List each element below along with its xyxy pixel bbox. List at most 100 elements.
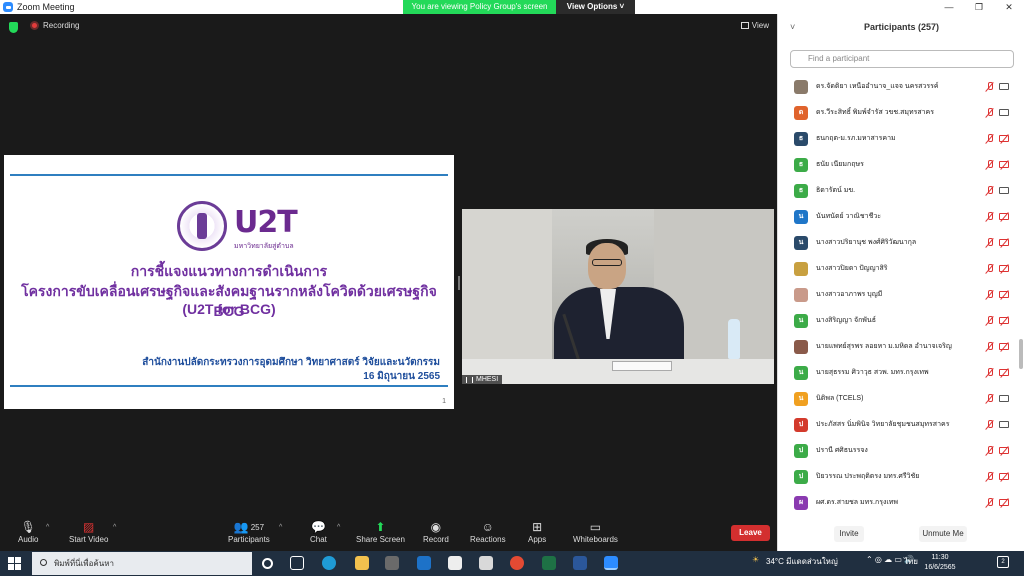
camera-icon[interactable]: [999, 109, 1009, 116]
mic-muted-icon[interactable]: [985, 290, 994, 300]
mic-muted-icon[interactable]: [985, 108, 994, 118]
apps-button[interactable]: ⊞ Apps: [528, 519, 546, 544]
mic-muted-icon[interactable]: [985, 498, 994, 508]
participant-row[interactable]: น นันทนัตย์ วาณิชาชีวะ: [778, 204, 1018, 230]
mic-muted-icon[interactable]: [985, 186, 994, 196]
participant-row[interactable]: ด ดร.วีระสิทธิ์ พิมพ์จำรัส วขช.สมุทรสาคร: [778, 100, 1018, 126]
cortana-icon[interactable]: [262, 558, 273, 569]
mic-muted-icon[interactable]: [985, 160, 994, 170]
camera-off-icon[interactable]: [999, 343, 1009, 350]
mail-icon[interactable]: [417, 556, 431, 570]
word-icon[interactable]: [573, 556, 587, 570]
mic-muted-icon[interactable]: [985, 212, 994, 222]
chrome-icon[interactable]: [510, 556, 524, 570]
participant-row[interactable]: ธ ธนกฤต-ม.รภ.มหาสารคาม: [778, 126, 1018, 152]
start-video-button[interactable]: ▨ Start Video: [69, 519, 108, 544]
camera-off-icon[interactable]: [999, 239, 1009, 246]
participant-row[interactable]: ป ปรานี ศศิธนรรจง: [778, 438, 1018, 464]
participant-row[interactable]: น นางสาวปริยานุช พงศ์ศิริวัฒนากุล: [778, 230, 1018, 256]
reactions-button[interactable]: ☺ Reactions: [470, 519, 506, 544]
participant-row[interactable]: ป ประภัสสร นิ่มพินิจ วิทยาลัยชุมชนสมุทรสา…: [778, 412, 1018, 438]
participant-row[interactable]: ธ ธนัย เนียมกฤษร: [778, 152, 1018, 178]
view-button[interactable]: View: [740, 21, 769, 30]
chat-options-caret[interactable]: ^: [337, 524, 340, 531]
participant-row[interactable]: ธ ธิดารัตน์ มข.: [778, 178, 1018, 204]
minimize-button[interactable]: —: [934, 0, 964, 14]
camera-off-icon[interactable]: [999, 213, 1009, 220]
camera-off-icon[interactable]: [999, 161, 1009, 168]
camera-icon[interactable]: [999, 421, 1009, 428]
maximize-button[interactable]: ❐: [964, 0, 994, 14]
participant-row[interactable]: ผ ผศ.ดร.สายชล มทร.กรุงเทพ: [778, 490, 1018, 516]
edge-icon[interactable]: [322, 556, 336, 570]
view-options-button[interactable]: View Options ˅: [556, 0, 635, 14]
camera-off-icon[interactable]: [999, 473, 1009, 480]
leave-button[interactable]: Leave: [731, 525, 770, 541]
participant-list-scrollbar[interactable]: [1019, 74, 1023, 524]
video-options-caret[interactable]: ^: [113, 524, 116, 531]
split-view-handle[interactable]: [458, 276, 460, 290]
camera-off-icon[interactable]: [999, 499, 1009, 506]
chat-button[interactable]: 💬 Chat: [310, 519, 327, 544]
participant-name: ปรานี ศศิธนรรจง: [816, 447, 868, 454]
mic-muted-icon[interactable]: [985, 342, 994, 352]
unmute-me-button[interactable]: Unmute Me: [919, 526, 967, 542]
camera-off-icon[interactable]: [999, 135, 1009, 142]
participants-button[interactable]: 👥 257 Participants: [228, 519, 270, 544]
speaker-video[interactable]: MHESI: [462, 209, 774, 384]
mic-muted-icon[interactable]: [985, 394, 994, 404]
mic-muted-icon[interactable]: [985, 368, 994, 378]
share-banner: You are viewing Policy Group's screen: [403, 0, 556, 14]
invite-button[interactable]: Invite: [834, 526, 864, 542]
mic-muted-icon[interactable]: [985, 472, 994, 482]
task-view-icon[interactable]: [290, 556, 304, 570]
close-button[interactable]: ✕: [994, 0, 1024, 14]
mic-muted-icon[interactable]: [985, 82, 994, 92]
recording-indicator[interactable]: Recording: [30, 21, 79, 30]
camera-off-icon[interactable]: [999, 369, 1009, 376]
store-icon[interactable]: [385, 556, 399, 570]
photos-icon[interactable]: [448, 556, 462, 570]
camera-off-icon[interactable]: [999, 265, 1009, 272]
camera-off-icon[interactable]: [999, 447, 1009, 454]
whiteboards-button[interactable]: ▭ Whiteboards: [573, 519, 618, 544]
scrollbar-thumb[interactable]: [1019, 339, 1023, 369]
security-shield-icon[interactable]: [9, 22, 18, 33]
participant-search-input[interactable]: Find a participant: [790, 50, 1014, 68]
participants-options-caret[interactable]: ^: [279, 524, 282, 531]
participant-row[interactable]: น นายสุธรรม ศิวาวุธ สวพ. มทร.กรุงเทพ: [778, 360, 1018, 386]
weather-label[interactable]: 34°C มีแดดส่วนใหญ่: [766, 555, 838, 568]
taskbar-clock[interactable]: 11:30 16/6/2565: [915, 553, 965, 573]
zoom-taskbar-icon[interactable]: [604, 556, 618, 570]
windows-start-icon[interactable]: [8, 557, 21, 570]
taskbar-search-box[interactable]: พิมพ์ที่นี่เพื่อค้นหา: [32, 552, 252, 575]
camera-icon[interactable]: [999, 395, 1009, 402]
participants-icon: 👥 257: [233, 520, 265, 534]
camera-off-icon[interactable]: [999, 291, 1009, 298]
calculator-icon[interactable]: [479, 556, 493, 570]
mic-muted-icon[interactable]: [985, 134, 994, 144]
notification-center-icon[interactable]: 2: [997, 556, 1009, 568]
share-screen-button[interactable]: ⬆ Share Screen: [356, 519, 405, 544]
participant-row[interactable]: นางสาวอาภาพร บุญมี: [778, 282, 1018, 308]
participant-row[interactable]: ดร.จัดติยา เหนืออำนาจ_แจจ นครสวรรค์: [778, 74, 1018, 100]
mic-muted-icon[interactable]: [985, 316, 994, 326]
camera-icon[interactable]: [999, 83, 1009, 90]
mic-muted-icon[interactable]: [985, 238, 994, 248]
participant-row[interactable]: น นางสิริญญา จักพันธ์: [778, 308, 1018, 334]
camera-off-icon[interactable]: [999, 317, 1009, 324]
participant-row[interactable]: นางสาวปิยดา ปัญญาสิริ: [778, 256, 1018, 282]
participant-row[interactable]: น นิติพล (TCELS): [778, 386, 1018, 412]
audio-button[interactable]: 🎙 Audio: [18, 519, 38, 544]
mic-muted-icon[interactable]: [985, 264, 994, 274]
record-button[interactable]: ◉ Record: [423, 519, 449, 544]
audio-options-caret[interactable]: ^: [46, 524, 49, 531]
mic-muted-icon[interactable]: [985, 446, 994, 456]
camera-icon[interactable]: [999, 187, 1009, 194]
file-explorer-icon[interactable]: [355, 556, 369, 570]
taskbar-search-icon: [40, 559, 47, 566]
participant-row[interactable]: ป ปิยวรรณ ประพฤติตรง มทร.ศรีวิชัย: [778, 464, 1018, 490]
excel-icon[interactable]: [542, 556, 556, 570]
participant-row[interactable]: นายแพทย์สุรพร ลอยหา ม.มหิดล อำนาจเจริญ: [778, 334, 1018, 360]
mic-muted-icon[interactable]: [985, 420, 994, 430]
